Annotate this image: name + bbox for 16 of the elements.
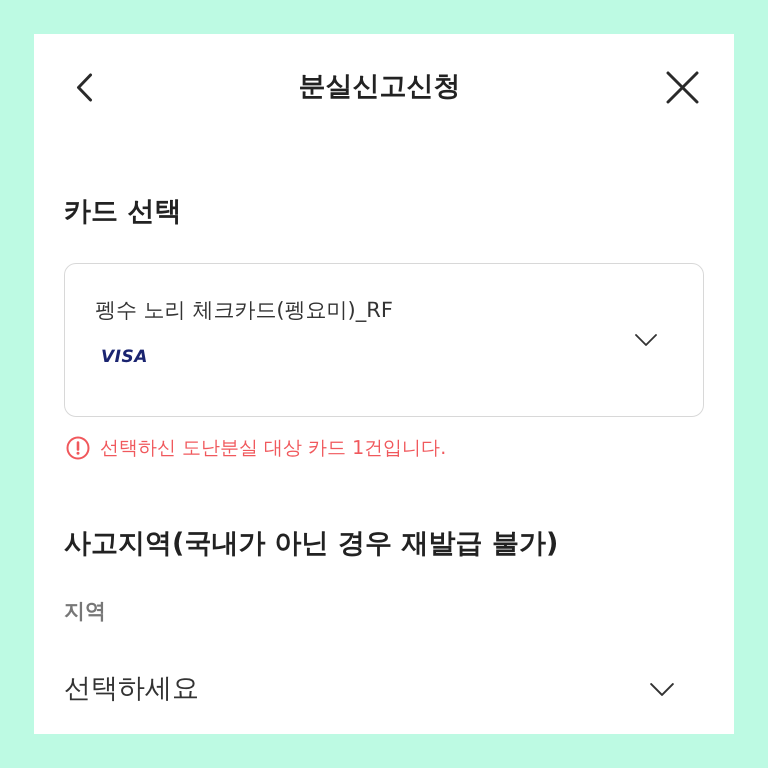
region-select-dropdown[interactable]: 선택하세요 [64, 669, 704, 709]
back-chevron-icon [76, 72, 93, 102]
close-icon [666, 70, 699, 104]
card-brand-logo: VISA [101, 347, 148, 367]
close-button[interactable] [666, 70, 699, 104]
chevron-down-icon [650, 682, 674, 696]
chevron-down-icon [635, 334, 657, 346]
section-heading: 카드 선택 [64, 195, 182, 229]
card-name: 펭수 노리 체크카드(펭요미)_RF [95, 297, 393, 324]
page-title: 분실신고신청 [298, 70, 460, 104]
notice-text: 선택하신 도난분실 대상 카드 1건입니다. [100, 436, 446, 461]
warning-icon [66, 436, 90, 460]
field-label: 지역 [64, 598, 107, 625]
section-heading: 사고지역(국내가 아닌 경우 재발급 불가) [64, 527, 560, 561]
card-select-dropdown[interactable]: 펭수 노리 체크카드(펭요미)_RF VISA [64, 263, 704, 417]
back-button[interactable] [76, 72, 93, 102]
